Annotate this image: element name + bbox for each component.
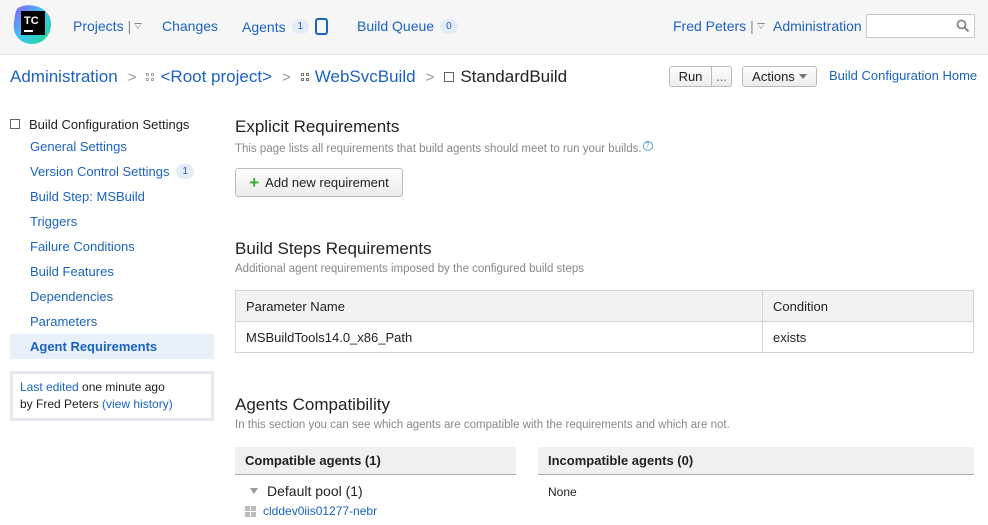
sidebar-item-build-features[interactable]: Build Features (10, 259, 214, 284)
last-edited-time: one minute ago (78, 380, 165, 394)
sidebar-item-agent-requirements[interactable]: Agent Requirements (10, 334, 214, 359)
sidebar-item-dependencies[interactable]: Dependencies (10, 284, 214, 309)
actions-label: Actions (752, 69, 795, 84)
sidebar-item-version-control-settings[interactable]: Version Control Settings 1 (10, 159, 214, 184)
top-header: TC Projects | Changes Agents 1 Build Que… (0, 0, 988, 55)
build-config-icon (10, 119, 20, 129)
chevron-right-icon: > (127, 68, 137, 86)
add-new-requirement-button[interactable]: + Add new requirement (235, 168, 403, 197)
add-requirement-label: Add new requirement (265, 175, 389, 190)
incompatible-agents-header: Incompatible agents (0) (538, 447, 974, 475)
parameter-name-cell: MSBuildTools14.0_x86_Path (235, 321, 763, 353)
user-dropdown-icon[interactable] (756, 23, 765, 29)
agents-compatibility-description: In this section you can see which agents… (235, 419, 730, 431)
last-edited-link[interactable]: Last edited (20, 380, 79, 394)
build-config-icon (444, 72, 455, 82)
run-button[interactable]: Run (669, 66, 712, 87)
build-steps-requirements-description: Additional agent requirements imposed by… (235, 263, 585, 275)
chevron-right-icon: > (425, 68, 435, 86)
last-edited-box: Last edited one minute ago by Fred Peter… (10, 371, 214, 421)
nav-projects-label[interactable]: Projects (73, 18, 124, 34)
explicit-description-text: This page lists all requirements that bu… (235, 142, 642, 155)
breadcrumb-root-project[interactable]: <Root project> (160, 67, 272, 87)
user-name[interactable]: Fred Peters (673, 18, 746, 34)
table-header-row: Parameter Name Condition (235, 290, 974, 322)
search-box[interactable] (866, 14, 975, 38)
plus-icon: + (249, 173, 260, 192)
svg-text:TC: TC (24, 15, 39, 27)
build-configuration-home-link[interactable]: Build Configuration Home (829, 68, 977, 83)
default-pool-toggle[interactable]: Default pool (1) (250, 483, 363, 499)
last-edited-by: by Fred Peters (20, 397, 103, 411)
sidebar-item-triggers[interactable]: Triggers (10, 209, 214, 234)
sidebar-item-failure-conditions[interactable]: Failure Conditions (10, 234, 214, 259)
caret-down-icon (798, 74, 807, 79)
table-row: MSBuildTools14.0_x86_Path exists (235, 321, 974, 353)
column-header-condition: Condition (762, 290, 974, 322)
sidebar-item-general-settings[interactable]: General Settings (10, 134, 214, 159)
column-header-parameter-name: Parameter Name (235, 290, 763, 322)
breadcrumb-current: StandardBuild (460, 67, 568, 86)
breadcrumb-administration[interactable]: Administration (10, 67, 118, 87)
build-steps-requirements-table: Parameter Name Condition MSBuildTools14.… (235, 290, 974, 353)
user-menu[interactable]: Fred Peters | (673, 18, 765, 34)
projects-dropdown-icon[interactable] (134, 23, 143, 29)
sidebar-item-label: Version Control Settings (30, 164, 170, 179)
incompatible-agents-value: None (548, 485, 577, 499)
build-steps-requirements-title: Build Steps Requirements (235, 239, 432, 258)
project-icon (300, 73, 309, 81)
sidebar-title: Build Configuration Settings (10, 114, 214, 134)
nav-administration[interactable]: Administration (773, 18, 862, 34)
separator: | (750, 18, 754, 34)
nav-agents[interactable]: Agents 1 (242, 18, 329, 35)
teamcity-logo[interactable]: TC (12, 4, 54, 46)
nav-projects[interactable]: Projects | (73, 18, 143, 34)
condition-cell: exists (762, 321, 974, 353)
breadcrumb: Administration > <Root project> > WebSvc… (10, 67, 567, 87)
search-icon[interactable] (956, 19, 970, 33)
chevron-right-icon: > (282, 68, 291, 86)
collapse-triangle-icon[interactable] (250, 488, 258, 494)
agents-count-badge: 1 (291, 19, 310, 34)
nav-changes[interactable]: Changes (162, 18, 218, 34)
pool-label: Default pool (1) (267, 483, 363, 499)
windows-icon (245, 505, 256, 517)
breadcrumb-webscvbuild[interactable]: WebSvcBuild (315, 67, 416, 87)
project-icon (146, 73, 155, 81)
settings-sidebar: Build Configuration Settings General Set… (10, 114, 214, 359)
agent-link[interactable]: clddev0iis01277-nebr (263, 504, 377, 518)
explicit-requirements-title: Explicit Requirements (235, 117, 400, 136)
build-queue-count-badge: 0 (440, 18, 458, 34)
help-icon[interactable]: ? (642, 141, 653, 151)
agent-status-icon[interactable] (315, 18, 329, 35)
vcs-count-badge: 1 (176, 164, 195, 179)
explicit-requirements-description: This page lists all requirements that bu… (235, 141, 653, 155)
search-input[interactable] (867, 15, 952, 37)
run-options-button[interactable]: ... (712, 66, 732, 87)
sidebar-item-build-step[interactable]: Build Step: MSBuild (10, 184, 214, 209)
nav-build-queue[interactable]: Build Queue 0 (357, 18, 458, 34)
nav-build-queue-label[interactable]: Build Queue (357, 18, 434, 34)
sidebar-item-parameters[interactable]: Parameters (10, 309, 214, 334)
run-button-group: Run ... (669, 66, 732, 87)
sidebar-title-label: Build Configuration Settings (29, 116, 190, 132)
compatible-agents-header: Compatible agents (1) (235, 447, 516, 475)
nav-agents-label[interactable]: Agents (242, 19, 286, 35)
compatible-agent-item: clddev0iis01277-nebr (245, 504, 377, 518)
view-history-link[interactable]: (view history) (102, 397, 173, 411)
actions-button[interactable]: Actions (742, 66, 817, 87)
agents-compatibility-title: Agents Compatibility (235, 395, 390, 414)
separator: | (127, 18, 132, 34)
